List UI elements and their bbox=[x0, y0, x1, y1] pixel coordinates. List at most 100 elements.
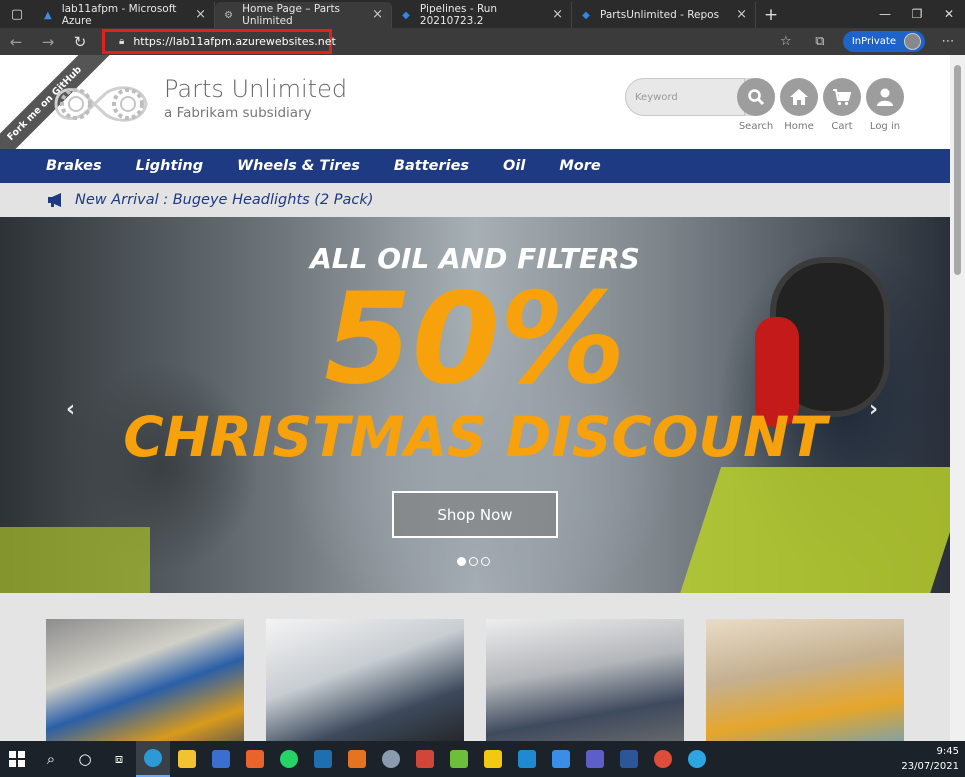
carousel-dot[interactable] bbox=[457, 557, 466, 566]
nav-item-more[interactable]: More bbox=[559, 158, 600, 174]
address-bar[interactable]: 🔒︎ https://lab11afpm.azurewebsites.net bbox=[102, 29, 336, 54]
tab-title: Pipelines - Run 20210723.2 bbox=[419, 3, 498, 27]
close-icon[interactable]: × bbox=[552, 7, 563, 22]
close-icon[interactable]: × bbox=[736, 7, 747, 22]
login-label: Log in bbox=[869, 121, 901, 132]
visual-studio-code-icon[interactable] bbox=[510, 741, 544, 777]
category-cards bbox=[0, 593, 950, 741]
cortana-icon[interactable]: ○ bbox=[68, 741, 102, 777]
gears-logo-icon bbox=[54, 86, 148, 122]
store-icon[interactable] bbox=[204, 741, 238, 777]
windows-taskbar: ⌕ ○ ⧈ 9:45 23/07/2021 bbox=[0, 741, 965, 777]
search-icon bbox=[748, 89, 765, 106]
inprivate-label: InPrivate bbox=[851, 36, 896, 47]
minimize-icon[interactable]: — bbox=[869, 0, 901, 28]
category-card-image[interactable] bbox=[486, 619, 684, 741]
category-card-image[interactable] bbox=[46, 619, 244, 741]
whatsapp-icon[interactable] bbox=[272, 741, 306, 777]
inprivate-badge[interactable]: InPrivate bbox=[842, 31, 925, 52]
hero-discount: CHRISTMAS DISCOUNT bbox=[123, 405, 827, 469]
tab-title: Home Page – Parts Unlimited bbox=[242, 3, 341, 27]
tab-repos[interactable]: ◆ PartsUnlimited - Repos × bbox=[572, 2, 756, 28]
home-icon bbox=[790, 89, 808, 105]
brand-title[interactable]: Parts Unlimited bbox=[164, 75, 347, 103]
favorite-star-icon[interactable]: ☆ bbox=[769, 34, 803, 49]
app-icon[interactable] bbox=[408, 741, 442, 777]
teams-icon[interactable] bbox=[578, 741, 612, 777]
login-button[interactable] bbox=[866, 78, 904, 116]
azure-devops-icon: ◆ bbox=[402, 9, 410, 21]
system-clock[interactable]: 9:45 23/07/2021 bbox=[901, 744, 959, 774]
office-app-icon[interactable] bbox=[340, 741, 374, 777]
category-card-image[interactable] bbox=[706, 619, 904, 741]
tab-parts-unlimited[interactable]: ⚙ Home Page – Parts Unlimited × bbox=[215, 2, 392, 28]
nav-item-brakes[interactable]: Brakes bbox=[46, 158, 102, 174]
megaphone-icon bbox=[48, 193, 61, 207]
search-input[interactable] bbox=[625, 78, 745, 116]
tab-azure[interactable]: ▲ lab11afpm - Microsoft Azure × bbox=[34, 2, 215, 28]
edge-browser-icon[interactable] bbox=[136, 741, 170, 777]
hero-image-detail bbox=[0, 527, 150, 593]
restore-icon[interactable]: ❐ bbox=[901, 0, 933, 28]
browser-toolbar: ← → ↻ 🔒︎ https://lab11afpm.azurewebsites… bbox=[0, 28, 965, 55]
tab-title: lab11afpm - Microsoft Azure bbox=[61, 3, 177, 27]
nav-item-batteries[interactable]: Batteries bbox=[394, 158, 469, 174]
home-button[interactable] bbox=[780, 78, 818, 116]
chrome-icon[interactable] bbox=[646, 741, 680, 777]
nav-item-lighting[interactable]: Lighting bbox=[136, 158, 204, 174]
search-icon[interactable]: ⌕ bbox=[34, 741, 68, 777]
hero-percent: 50% bbox=[324, 265, 626, 412]
carousel-prev-icon[interactable]: ‹ bbox=[66, 397, 75, 422]
tab-pipelines[interactable]: ◆ Pipelines - Run 20210723.2 × bbox=[392, 2, 572, 28]
task-view-icon[interactable]: ⧈ bbox=[102, 741, 136, 777]
snipping-tool-icon[interactable] bbox=[442, 741, 476, 777]
page-scrollbar[interactable] bbox=[950, 55, 965, 741]
avatar bbox=[904, 33, 921, 50]
back-icon[interactable]: ← bbox=[0, 28, 32, 55]
brand-subtitle: a Fabrikam subsidiary bbox=[164, 105, 312, 121]
close-icon[interactable]: × bbox=[372, 7, 383, 22]
scrollbar-thumb[interactable] bbox=[954, 65, 961, 275]
power-bi-icon[interactable] bbox=[476, 741, 510, 777]
telegram-icon[interactable] bbox=[680, 741, 714, 777]
paint-icon[interactable] bbox=[374, 741, 408, 777]
close-window-icon[interactable]: ✕ bbox=[933, 0, 965, 28]
hero-image-detail bbox=[678, 467, 950, 593]
carousel-next-icon[interactable]: › bbox=[869, 397, 878, 422]
carousel-dot[interactable] bbox=[481, 557, 490, 566]
close-icon[interactable]: × bbox=[195, 7, 206, 22]
tab-actions-icon[interactable]: ▢ bbox=[0, 0, 34, 28]
clock-time: 9:45 bbox=[936, 746, 959, 757]
word-icon[interactable] bbox=[612, 741, 646, 777]
url-text: https://lab11afpm.azurewebsites.net bbox=[133, 35, 336, 48]
more-options-icon[interactable]: ⋯ bbox=[931, 34, 965, 49]
browser-tab-strip: ▢ ▲ lab11afpm - Microsoft Azure × ⚙ Home… bbox=[0, 0, 965, 28]
category-nav: Brakes Lighting Wheels & Tires Batteries… bbox=[0, 149, 950, 183]
screen-capture-icon[interactable] bbox=[544, 741, 578, 777]
announcement-bar: New Arrival : Bugeye Headlights (2 Pack) bbox=[0, 183, 950, 217]
announcement-text[interactable]: New Arrival : Bugeye Headlights (2 Pack) bbox=[75, 192, 373, 208]
vmware-icon[interactable] bbox=[306, 741, 340, 777]
new-tab-button[interactable]: + bbox=[756, 2, 786, 28]
user-icon bbox=[877, 88, 893, 106]
windows-start-icon[interactable] bbox=[0, 741, 34, 777]
clock-date: 23/07/2021 bbox=[901, 761, 959, 772]
nav-item-wheels-tires[interactable]: Wheels & Tires bbox=[237, 158, 360, 174]
carousel-dot[interactable] bbox=[469, 557, 478, 566]
shop-now-button[interactable]: Shop Now bbox=[392, 491, 558, 538]
screen: ▢ ▲ lab11afpm - Microsoft Azure × ⚙ Home… bbox=[0, 0, 965, 777]
refresh-icon[interactable]: ↻ bbox=[64, 28, 96, 55]
nav-item-oil[interactable]: Oil bbox=[503, 158, 525, 174]
search-button[interactable] bbox=[737, 78, 775, 116]
forward-icon[interactable]: → bbox=[32, 28, 64, 55]
web-page: Fork me on GitHub Parts Unlimited a Fabr… bbox=[0, 55, 950, 741]
media-player-icon[interactable] bbox=[238, 741, 272, 777]
collections-icon[interactable]: ⧉ bbox=[803, 34, 837, 49]
cart-button[interactable] bbox=[823, 78, 861, 116]
tab-title: PartsUnlimited - Repos bbox=[600, 9, 720, 21]
category-card-image[interactable] bbox=[266, 619, 464, 741]
file-explorer-icon[interactable] bbox=[170, 741, 204, 777]
window-controls: — ❐ ✕ bbox=[869, 0, 965, 28]
parts-unlimited-icon: ⚙ bbox=[224, 9, 234, 21]
azure-icon: ▲ bbox=[44, 9, 52, 21]
